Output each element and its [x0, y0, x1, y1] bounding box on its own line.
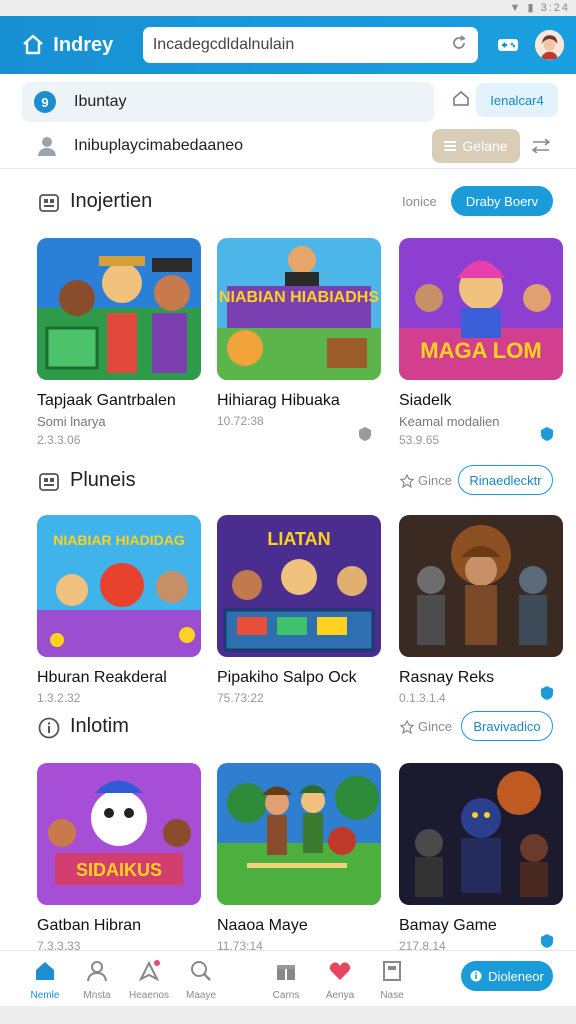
shield-icon[interactable]	[357, 426, 373, 442]
controller-icon	[38, 192, 60, 214]
card-title: Pipakiho Salpo Ock	[217, 669, 357, 686]
game-thumbnail[interactable]: LIATAN	[217, 515, 381, 657]
game-card[interactable]: NIABIAR HIADIDAG Hburan Reakderal 1.3.2.…	[37, 515, 201, 705]
home-icon[interactable]	[20, 32, 45, 58]
star-icon	[400, 719, 414, 734]
game-thumbnail[interactable]: NIABIAN HIABIADHS	[217, 238, 381, 380]
filter-chip[interactable]: Ienalcar4	[476, 83, 558, 117]
user-row: Inibuplaycimabedaaneo Gelane	[36, 128, 556, 164]
refresh-icon[interactable]	[450, 34, 468, 57]
game-card[interactable]: Naaoa Maye 11.73:14	[217, 763, 381, 953]
divider	[0, 168, 576, 169]
info-icon	[38, 717, 60, 739]
nav-item-home[interactable]: Nemle	[20, 959, 70, 1001]
section-button[interactable]: Bravivadico	[461, 711, 553, 741]
user-row-text: Inibuplaycimabedaaneo	[74, 137, 244, 154]
gamepad-icon[interactable]	[496, 32, 521, 58]
gift-icon	[277, 962, 295, 980]
nav-item-rocket[interactable]: Heaenos	[124, 959, 174, 1001]
card-title: Gatban Hibran	[37, 917, 142, 934]
section-title: Pluneis	[70, 469, 136, 491]
card-title: Naaoa Maye	[217, 917, 308, 934]
book-icon	[383, 961, 401, 981]
status-bar: ▼ ▮ 3:24	[0, 0, 576, 16]
card-subtitle: Somi lnarya	[37, 414, 106, 429]
game-thumbnail[interactable]	[399, 763, 563, 905]
nav-item-heart[interactable]: Aenya	[315, 959, 365, 1001]
sort-label: Gelane	[462, 138, 508, 154]
game-card[interactable]: Rasnay Reks 0.1.3.1.4	[399, 515, 563, 705]
card-title: Siadelk	[399, 392, 452, 409]
card-title: Hburan Reakderal	[37, 669, 167, 686]
game-card[interactable]: Tapjaak Gantrbalen Somi lnarya 2.3.3.06	[37, 238, 201, 447]
shield-icon[interactable]	[539, 933, 555, 949]
swap-icon[interactable]	[526, 131, 556, 161]
people-icon	[87, 961, 107, 982]
search-box[interactable]	[142, 27, 478, 63]
game-thumbnail[interactable]: NIABIAR HIADIDAG	[37, 515, 201, 657]
home-icon	[36, 962, 54, 980]
game-thumbnail[interactable]	[217, 763, 381, 905]
shield-icon[interactable]	[539, 685, 555, 701]
section-button[interactable]: Rinaedlecktr	[458, 465, 553, 495]
art-text: LIATAN	[267, 529, 330, 549]
section-title: Inojertien	[70, 190, 153, 212]
game-thumbnail[interactable]: MAGA LOM	[399, 238, 563, 380]
nav-item-book[interactable]: Nase	[367, 959, 417, 1001]
art-text: NIABIAR HIADIDAG	[53, 532, 185, 548]
shield-icon[interactable]	[539, 426, 555, 442]
list-icon	[444, 141, 457, 151]
controller-icon	[38, 471, 60, 493]
card-number: 1.3.2.32	[37, 691, 81, 705]
game-thumbnail[interactable]: SIDAIKUS	[37, 763, 201, 905]
avatar[interactable]	[534, 30, 564, 60]
section-button[interactable]: Draby Boerv	[451, 186, 553, 216]
art-text: NIABIAN HIABIADHS	[219, 289, 379, 306]
bottom-action-button[interactable]: Dioleneor	[461, 961, 553, 991]
system-home-bar	[0, 1006, 576, 1024]
card-title: Hihiarag Hibuaka	[217, 392, 340, 409]
game-card[interactable]: MAGA LOM Siadelk Keamal modalien 53.9.65	[399, 238, 563, 447]
status-icons: ▼ ▮ 3:24	[509, 2, 570, 14]
game-card[interactable]: Bamay Game 217.8.14	[399, 763, 563, 953]
filter-badge: 9	[34, 91, 56, 113]
filter-label: Ibuntay	[74, 93, 127, 110]
star-icon	[400, 473, 414, 488]
card-number: 2.3.3.06	[37, 433, 81, 447]
nav-item-search[interactable]: Maaye	[176, 959, 226, 1001]
section-1: Inojertien Ionice Draby Boerv Tapjaak Ga…	[0, 182, 576, 458]
rocket-icon	[138, 960, 160, 982]
section-meta: Gince	[400, 719, 452, 734]
art-text: SIDAIKUS	[76, 860, 162, 880]
nav-item-people[interactable]: Mnsta	[72, 959, 122, 1001]
section-title: Inlotim	[70, 715, 129, 737]
game-card[interactable]: LIATAN Pipakiho Salpo Ock 75.73:22	[217, 515, 381, 705]
info-icon	[470, 970, 482, 982]
tag-icon[interactable]	[452, 90, 470, 108]
section-header: Pluneis Gince Rinaedlecktr	[0, 461, 576, 501]
section-header: Inlotim Gince Bravivadico	[0, 707, 576, 747]
filter-bar[interactable]: 9 Ibuntay	[22, 82, 434, 122]
user-icon	[36, 135, 58, 157]
sort-button[interactable]: Gelane	[432, 129, 520, 163]
game-card[interactable]: SIDAIKUS Gatban Hibran 7.3.3.33	[37, 763, 201, 953]
app-bar: Indrey	[0, 16, 576, 74]
section-meta: Ionice	[402, 194, 437, 209]
card-title: Tapjaak Gantrbalen	[37, 392, 176, 409]
art-text: MAGA LOM	[420, 338, 541, 363]
section-meta: Gince	[400, 473, 452, 488]
game-thumbnail[interactable]	[37, 238, 201, 380]
section-3: Inlotim Gince Bravivadico SIDAIKUS Gatba…	[0, 707, 576, 983]
section-header: Inojertien Ionice Draby Boerv	[0, 182, 576, 222]
search-icon	[191, 961, 211, 981]
nav-item-gift[interactable]: Carns	[261, 959, 311, 1001]
game-thumbnail[interactable]	[399, 515, 563, 657]
search-input[interactable]	[152, 36, 450, 54]
heart-icon	[329, 962, 351, 980]
card-number: 75.73:22	[217, 691, 264, 705]
app-title: Indrey	[53, 33, 114, 56]
game-card[interactable]: NIABIAN HIABIADHS Hihiarag Hibuaka 10.72…	[217, 238, 381, 441]
section-2: Pluneis Gince Rinaedlecktr NIABIAR HIADI…	[0, 461, 576, 735]
